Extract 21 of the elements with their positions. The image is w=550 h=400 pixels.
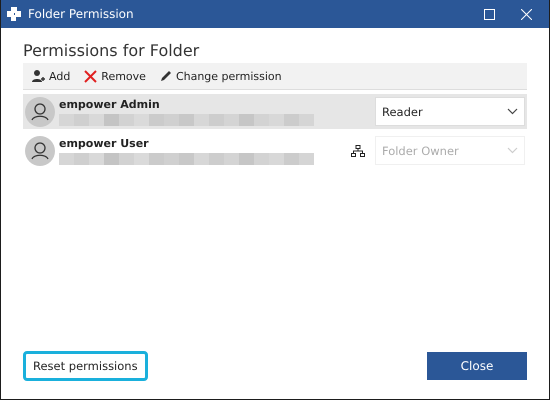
- chevron-down-icon: [507, 147, 518, 154]
- permission-dropdown[interactable]: Reader: [375, 97, 525, 126]
- user-name: empower Admin: [59, 98, 161, 110]
- add-button[interactable]: Add: [31, 69, 70, 83]
- app-logo-icon: [7, 7, 21, 21]
- edit-button[interactable]: Change permission: [160, 70, 282, 82]
- user-name: empower User: [59, 136, 150, 150]
- close-icon: [520, 8, 532, 20]
- user-row[interactable]: empower Admin Reader: [23, 94, 527, 129]
- chevron-down-icon: [507, 108, 518, 115]
- window-title: Folder Permission: [28, 7, 135, 21]
- close-dialog-button[interactable]: Close: [427, 352, 527, 380]
- avatar-icon: [25, 136, 55, 166]
- heading: Permissions for Folder: [23, 41, 200, 60]
- maximize-icon: [484, 8, 494, 20]
- reset-permissions-button[interactable]: Reset permissions: [23, 351, 148, 381]
- remove-icon: [84, 70, 98, 82]
- add-user-icon: [31, 69, 45, 83]
- avatar-icon: [25, 96, 55, 126]
- remove-button[interactable]: Remove: [84, 70, 146, 82]
- pencil-icon: [160, 70, 172, 82]
